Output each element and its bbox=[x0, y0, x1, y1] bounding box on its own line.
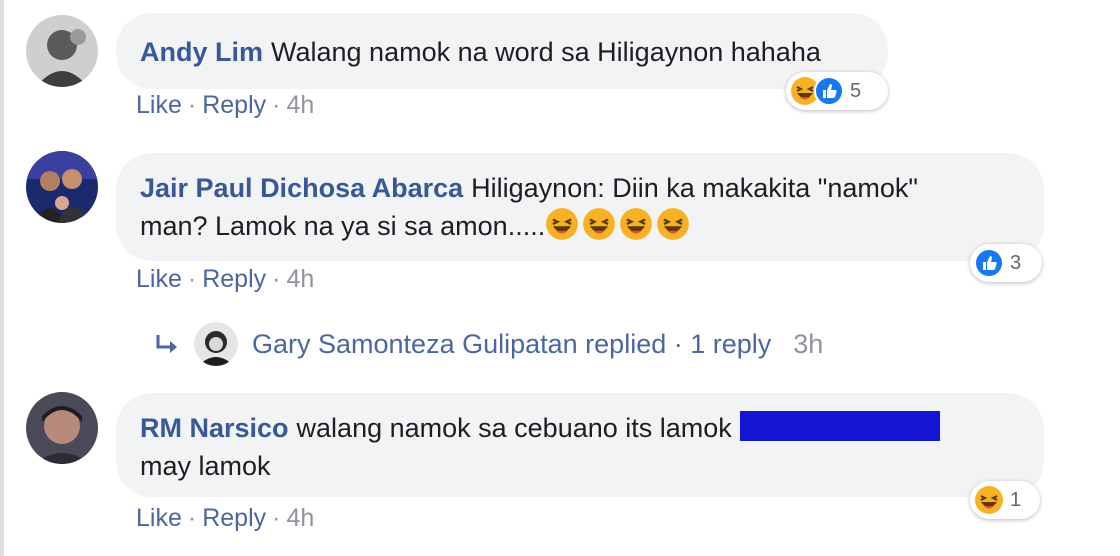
haha-icon bbox=[545, 207, 579, 241]
redaction-block bbox=[739, 411, 940, 441]
reaction-summary[interactable]: 1 bbox=[970, 481, 1040, 519]
avatar-jair-paul[interactable] bbox=[26, 151, 98, 223]
reply-link[interactable]: Reply bbox=[202, 91, 266, 119]
reply-arrow-icon bbox=[154, 329, 184, 359]
haha-icon bbox=[656, 207, 690, 241]
comment-author[interactable]: Andy Lim bbox=[140, 37, 263, 67]
comment-bubble: Andy Lim Walang namok na word sa Hiligayn… bbox=[116, 13, 888, 89]
comment-author[interactable]: Jair Paul Dichosa Abarca bbox=[140, 173, 463, 203]
comment-text-line1: Hiligaynon: Diin ka makakita "namok" bbox=[471, 173, 919, 203]
view-replies-link[interactable]: Gary Samonteza Gulipatan replied · 1 rep… bbox=[154, 322, 823, 366]
like-link[interactable]: Like bbox=[136, 504, 182, 532]
like-icon bbox=[974, 248, 1004, 278]
comment-actions: Like · Reply · 4h bbox=[136, 91, 315, 119]
avatar-andy-lim[interactable] bbox=[26, 15, 98, 87]
reply-link[interactable]: Reply bbox=[202, 265, 266, 293]
reaction-summary[interactable]: 3 bbox=[970, 244, 1042, 282]
comment-timestamp[interactable]: 4h bbox=[286, 91, 314, 119]
avatar-rm-narsico[interactable] bbox=[26, 392, 98, 464]
replies-timestamp: 3h bbox=[793, 328, 824, 359]
avatar-gary-samonteza[interactable] bbox=[194, 322, 238, 366]
comment-text-line2: man? Lamok na ya si sa amon..... bbox=[140, 211, 546, 241]
comment-actions: Like · Reply · 4h bbox=[136, 504, 315, 532]
comments-thread: Andy Lim Walang namok na word sa Hiligayn… bbox=[0, 0, 1120, 556]
comment-text-line2: may lamok bbox=[140, 451, 271, 481]
haha-icon bbox=[582, 207, 616, 241]
reaction-count: 1 bbox=[1010, 488, 1022, 511]
reaction-count: 5 bbox=[850, 79, 862, 102]
comment-actions: Like · Reply · 4h bbox=[136, 265, 315, 293]
haha-icon bbox=[974, 485, 1004, 515]
comment-text-line1: walang namok sa cebuano its lamok bbox=[296, 413, 732, 443]
thread-rail bbox=[0, 0, 4, 556]
like-link[interactable]: Like bbox=[136, 91, 182, 119]
reaction-count: 3 bbox=[1010, 251, 1022, 274]
reaction-summary[interactable]: 5 bbox=[786, 72, 888, 110]
like-link[interactable]: Like bbox=[136, 265, 182, 293]
comment-timestamp[interactable]: 4h bbox=[286, 265, 314, 293]
comment-text: Walang namok na word sa Hiligaynon hahah… bbox=[271, 37, 821, 67]
comment-timestamp[interactable]: 4h bbox=[286, 504, 314, 532]
comment-author[interactable]: RM Narsico bbox=[140, 413, 289, 443]
comment-bubble: Jair Paul Dichosa Abarca Hiligaynon: Diin… bbox=[116, 153, 1044, 261]
reply-link[interactable]: Reply bbox=[202, 504, 266, 532]
like-icon bbox=[814, 76, 844, 106]
replies-summary-text[interactable]: Gary Samonteza Gulipatan replied · 1 rep… bbox=[252, 329, 771, 360]
comment-bubble: RM Narsico walang namok sa cebuano its la… bbox=[116, 393, 1044, 497]
haha-icon bbox=[619, 207, 653, 241]
